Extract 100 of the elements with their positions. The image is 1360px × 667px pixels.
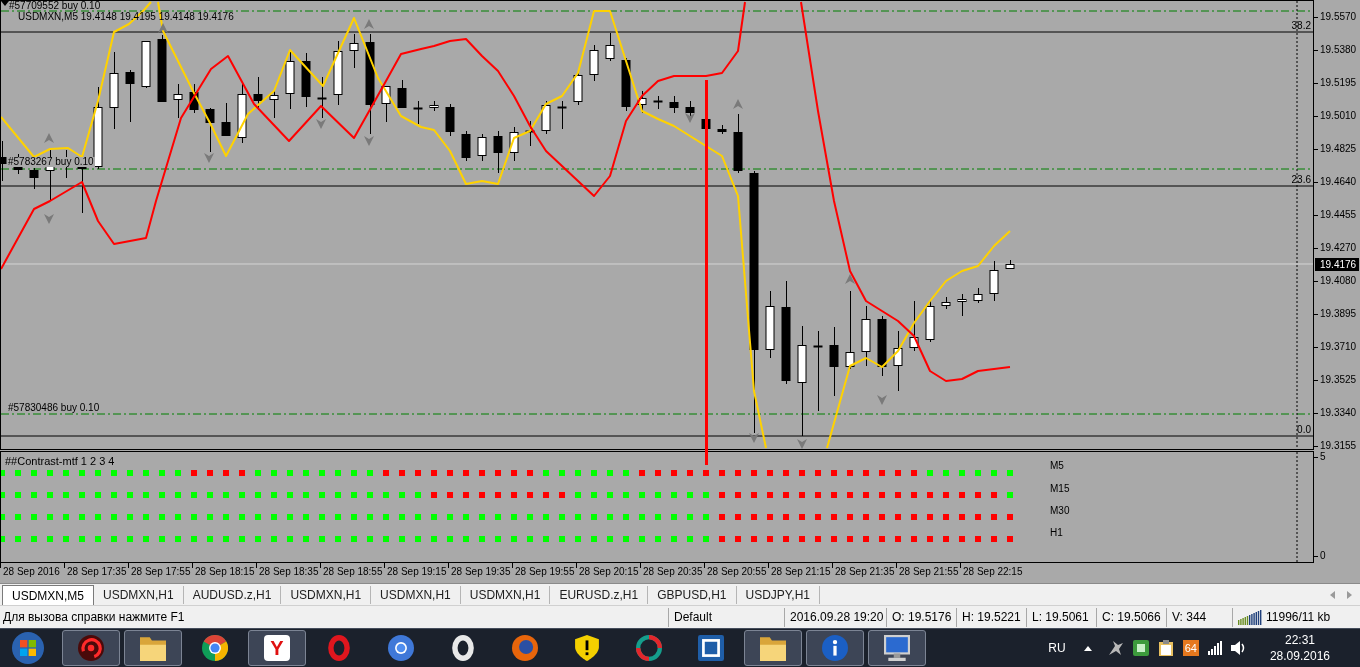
price-tick-label: 19.4270: [1320, 242, 1357, 254]
candle: [477, 133, 487, 162]
info-icon: [822, 635, 848, 661]
candle: [157, 34, 167, 103]
price-tick-label: 19.4825: [1320, 143, 1357, 155]
candle: [269, 90, 279, 119]
close-price: C: 19.5066: [1102, 609, 1161, 626]
price-tick-label: 19.5380: [1320, 44, 1357, 56]
taskbar-button[interactable]: [124, 630, 182, 666]
candle: [717, 124, 727, 135]
candle: [941, 296, 951, 310]
price-tick-label: 19.5010: [1320, 110, 1357, 122]
bar-time: 2016.09.28 19:20: [790, 609, 884, 626]
current-price-label: 19.4176: [1315, 258, 1359, 271]
candle: [429, 100, 439, 112]
time-label: 28 Sep 2016: [3, 566, 60, 578]
ring-icon: [450, 635, 476, 661]
symbol-tab[interactable]: USDJPY,H1: [736, 586, 820, 604]
candle: [589, 44, 599, 82]
swirl-logo-icon: [78, 635, 104, 661]
time-label: 28 Sep 20:15: [579, 566, 639, 578]
candle: [316, 76, 328, 119]
taskbar-button[interactable]: Y: [248, 630, 306, 666]
symbol-tab[interactable]: EURUSD.z,H1: [550, 586, 649, 604]
time-label: 28 Sep 19:55: [515, 566, 575, 578]
candle: [637, 90, 647, 114]
circle-logo-icon: [388, 635, 414, 661]
candle: [333, 40, 343, 106]
monitor-icon: [884, 635, 910, 661]
down-arrow-icon: [204, 153, 214, 163]
fibonacci-level-label: 0.0: [1297, 425, 1311, 435]
symbol-tab[interactable]: GBPUSD,H1: [648, 586, 737, 604]
price-tick-label: 19.3155: [1320, 440, 1357, 452]
open-price: O: 19.5176: [892, 609, 952, 626]
taskbar-button[interactable]: [868, 630, 926, 666]
timeframe-label: M5: [1050, 460, 1064, 472]
speaker-icon[interactable]: [1230, 640, 1246, 656]
four-point-star-icon[interactable]: [1107, 640, 1124, 656]
candle: [349, 33, 359, 69]
candle: [285, 51, 295, 110]
triangle-down-icon[interactable]: [1, 1, 9, 6]
connection-bars-icon: [1238, 609, 1262, 625]
up-arrow-icon: [733, 99, 743, 109]
candle: [205, 107, 215, 153]
time-label: 28 Sep 21:15: [771, 566, 831, 578]
price-tick-label: 19.5195: [1320, 77, 1357, 89]
candle: [877, 315, 887, 377]
price-tick-label: 19.3895: [1320, 308, 1357, 320]
ring-icon: [326, 635, 352, 661]
taskbar-button[interactable]: [744, 630, 802, 666]
down-arrow-icon: [749, 433, 759, 443]
help-text: Для вызова справки нажмите F1: [2, 609, 186, 626]
candle: [445, 103, 455, 137]
scale-label: 5: [1320, 451, 1326, 463]
candle: [173, 83, 183, 119]
candle: [621, 57, 631, 112]
clipboard-icon[interactable]: [1157, 640, 1174, 656]
candle: [301, 52, 311, 108]
candle: [765, 290, 775, 359]
candle: [493, 130, 503, 174]
timeframe-label: H1: [1050, 527, 1063, 539]
time-label: 28 Sep 18:15: [195, 566, 255, 578]
up-arrow-icon: [158, 23, 168, 33]
disc-logo-icon: [512, 635, 538, 661]
symbol-tab[interactable]: AUDUSD.z,H1: [183, 586, 282, 604]
language-indicator[interactable]: RU: [1048, 639, 1066, 657]
candle: [461, 130, 471, 162]
price-tick-label: 19.3710: [1320, 341, 1357, 353]
price-tick-label: 19.4080: [1320, 275, 1357, 287]
timeframe-label: M15: [1050, 483, 1070, 495]
price-tick-label: 19.3525: [1320, 374, 1357, 386]
tricolor-circle-icon: [202, 635, 228, 661]
symbol-tab[interactable]: USDMXN,H1: [94, 586, 184, 604]
price-tick-label: 19.5570: [1320, 11, 1357, 23]
symbol-tab[interactable]: USDMXN,H1: [460, 586, 551, 604]
clock-time[interactable]: 22:31: [1284, 632, 1315, 648]
candle: [397, 79, 407, 109]
volume-value: V: 344: [1172, 609, 1207, 626]
logo-letter: Y: [264, 635, 290, 661]
fibonacci-level-label: 38.2: [1291, 21, 1311, 31]
symbol-tab[interactable]: USDMXN,H1: [371, 586, 461, 604]
clock-date[interactable]: 28.09.2016: [1269, 648, 1330, 664]
square-logo-icon: [698, 635, 724, 661]
candle: [189, 83, 199, 114]
candle: [893, 330, 903, 392]
symbol-tab[interactable]: USDMXN,H1: [281, 586, 372, 604]
low-price: L: 19.5061: [1032, 609, 1089, 626]
profile-name: Default: [674, 609, 713, 626]
signal-bars-icon[interactable]: [1207, 641, 1222, 655]
down-arrow-icon: [364, 136, 374, 146]
symbol-tab[interactable]: USDMXN,M5: [2, 585, 94, 605]
up-triangle-icon[interactable]: [1083, 645, 1092, 651]
high-price: H: 19.5221: [962, 609, 1021, 626]
timeframe-label: M30: [1050, 505, 1070, 517]
time-label: 28 Sep 18:35: [259, 566, 319, 578]
square-app-icon[interactable]: [1132, 640, 1149, 656]
time-label: 28 Sep 22:15: [963, 566, 1023, 578]
folder-icon: [140, 635, 166, 661]
order-label: #57830486 buy 0.10: [7, 403, 101, 413]
up-arrow-icon: [44, 133, 54, 143]
